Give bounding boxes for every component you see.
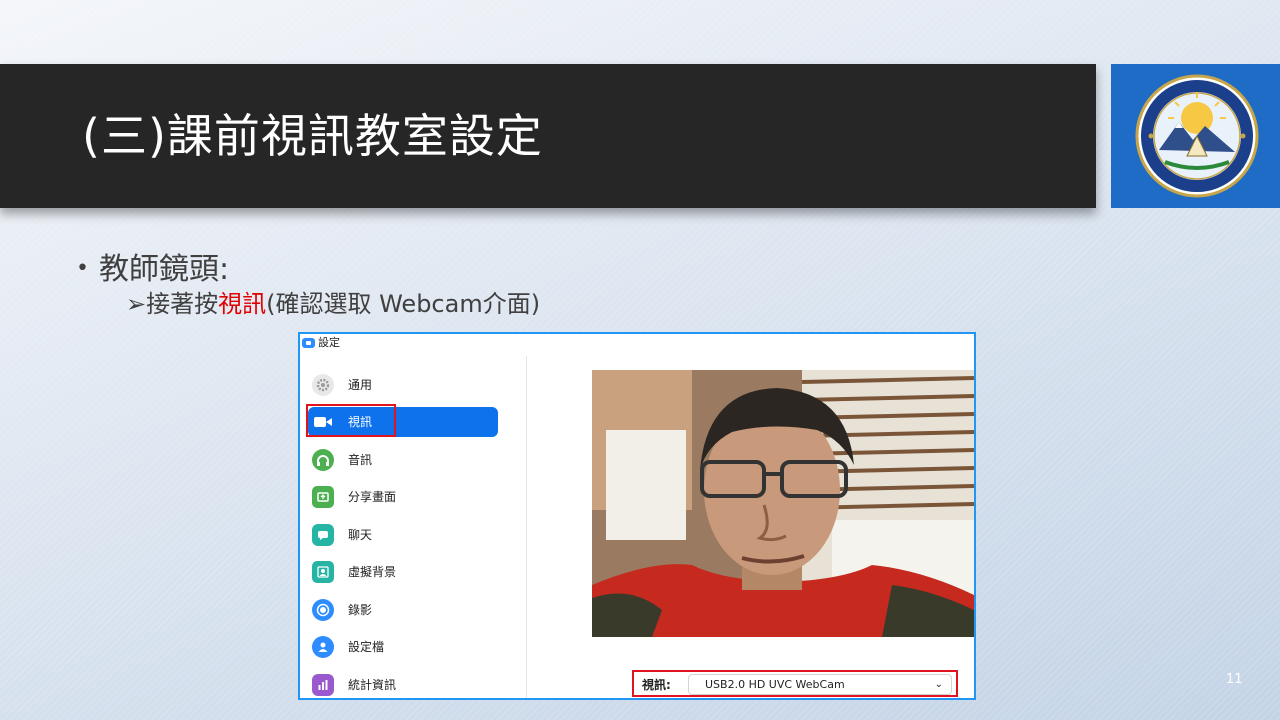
webcam-person-image <box>592 370 974 637</box>
sidebar-item-general[interactable]: 通用 <box>308 370 498 400</box>
camera-preview <box>592 370 974 637</box>
chevron-down-icon: ⌄ <box>934 679 943 690</box>
university-logo <box>1111 64 1280 208</box>
sidebar-item-chat[interactable]: 聊天 <box>308 520 498 550</box>
video-tab-highlight-box <box>306 404 396 437</box>
camera-select-label: 視訊: <box>642 678 671 692</box>
bullet-sub-suffix: (確認選取 Webcam介面) <box>266 290 541 318</box>
virtual-background-icon <box>312 561 334 583</box>
sidebar-item-label: 虛擬背景 <box>348 565 397 579</box>
chat-icon <box>312 524 334 546</box>
bullet-main: • 教師鏡頭: <box>76 244 229 288</box>
bullet-sub-highlight: 視訊 <box>218 290 267 318</box>
camera-select-highlight-box: 視訊: USB2.0 HD UVC WebCam ⌄ <box>632 670 958 697</box>
sidebar-item-profile[interactable]: 設定檔 <box>308 632 498 662</box>
page-number: 11 <box>1226 672 1243 687</box>
sidebar-item-statistics[interactable]: 統計資訊 <box>308 670 498 698</box>
bullet-sub-prefix: 接著按 <box>146 290 219 318</box>
arrow-bullet-icon: ➢ <box>126 290 147 318</box>
gear-icon <box>312 374 334 396</box>
sidebar-item-virtual-background[interactable]: 虛擬背景 <box>308 557 498 587</box>
bullet-dot-icon: • <box>76 256 89 281</box>
sidebar-item-recording[interactable]: 錄影 <box>308 595 498 625</box>
sidebar-item-label: 通用 <box>348 378 373 392</box>
sidebar-item-label: 設定檔 <box>348 640 385 654</box>
camera-select-dropdown[interactable]: USB2.0 HD UVC WebCam ⌄ <box>688 674 952 695</box>
record-icon <box>312 599 334 621</box>
sidebar-item-audio[interactable]: 音訊 <box>308 445 498 475</box>
sidebar-item-label: 錄影 <box>348 603 373 617</box>
settings-window: 設定 通用 視訊 音訊 分享畫面 聊天 虛擬背景 錄影 設定檔 統計資訊 視訊:… <box>298 332 976 700</box>
share-screen-icon <box>312 486 334 508</box>
university-seal-icon <box>1135 74 1259 198</box>
sidebar-item-label: 分享畫面 <box>348 490 397 504</box>
bullet-sub: ➢接著按視訊(確認選取 Webcam介面) <box>126 284 540 319</box>
sidebar-item-label: 統計資訊 <box>348 678 397 692</box>
camera-select-value: USB2.0 HD UVC WebCam <box>705 678 845 691</box>
bullet-main-text: 教師鏡頭: <box>98 252 230 287</box>
zoom-app-icon <box>302 338 315 348</box>
slide-title: (三)課前視訊教室設定 <box>82 109 543 163</box>
sidebar-item-share-screen[interactable]: 分享畫面 <box>308 482 498 512</box>
headphones-icon <box>312 449 334 471</box>
profile-icon <box>312 636 334 658</box>
window-title-bar: 設定 <box>300 334 974 352</box>
statistics-icon <box>312 674 334 696</box>
window-title: 設定 <box>318 336 340 349</box>
sidebar-item-label: 聊天 <box>348 528 373 542</box>
sidebar-item-label: 音訊 <box>348 453 373 467</box>
